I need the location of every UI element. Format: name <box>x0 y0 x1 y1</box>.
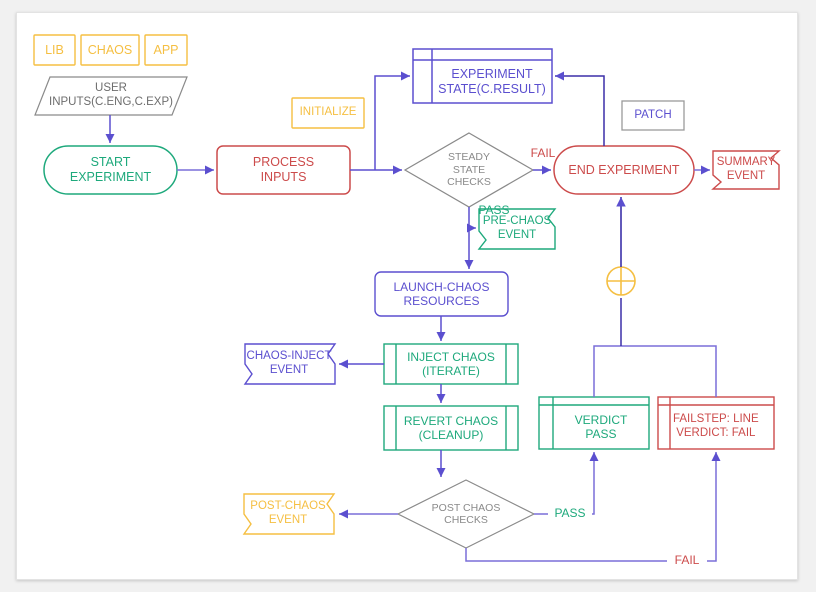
shape-initialize[interactable] <box>291 97 365 129</box>
shape-experiment-state[interactable] <box>412 48 553 104</box>
shape-failstep-verdict[interactable] <box>657 396 775 450</box>
shape-steady-state-checks[interactable] <box>403 132 535 208</box>
diagram-canvas: LIB CHAOS APP USER INPUTS(C.ENG,C.EXP) S… <box>16 12 798 580</box>
shape-app[interactable] <box>144 34 188 66</box>
shape-sum-junction[interactable] <box>606 266 636 296</box>
shape-inject-chaos[interactable] <box>383 343 519 385</box>
shape-process-inputs[interactable] <box>216 145 351 195</box>
shape-launch-chaos-resources[interactable] <box>374 271 509 317</box>
edge-label-steady-pass: PASS <box>478 203 510 218</box>
shape-post-chaos-checks[interactable] <box>396 479 536 549</box>
shape-verdict-pass[interactable] <box>538 396 650 450</box>
edge-label-post-fail: FAIL <box>667 552 707 570</box>
shape-end-experiment[interactable] <box>553 145 695 195</box>
edge-end-to-experiment-state <box>555 71 605 146</box>
shape-chaos[interactable] <box>80 34 140 66</box>
edge-label-steady-fail: FAIL <box>530 146 556 161</box>
shape-patch[interactable] <box>621 100 685 131</box>
shape-summary-event[interactable] <box>711 150 781 190</box>
shape-revert-chaos[interactable] <box>383 405 519 451</box>
shape-chaos-inject-event[interactable] <box>243 343 337 385</box>
shape-start-experiment[interactable] <box>43 145 178 195</box>
edge-label-post-pass: PASS <box>548 505 592 523</box>
shape-post-chaos-event[interactable] <box>242 493 336 535</box>
edge-process-to-experiment-state <box>374 71 410 170</box>
flowchart-svg <box>33 34 781 562</box>
edge-verdicts-merge-to-sum <box>593 298 717 397</box>
shape-user-inputs[interactable] <box>34 76 188 116</box>
shape-lib[interactable] <box>33 34 76 66</box>
